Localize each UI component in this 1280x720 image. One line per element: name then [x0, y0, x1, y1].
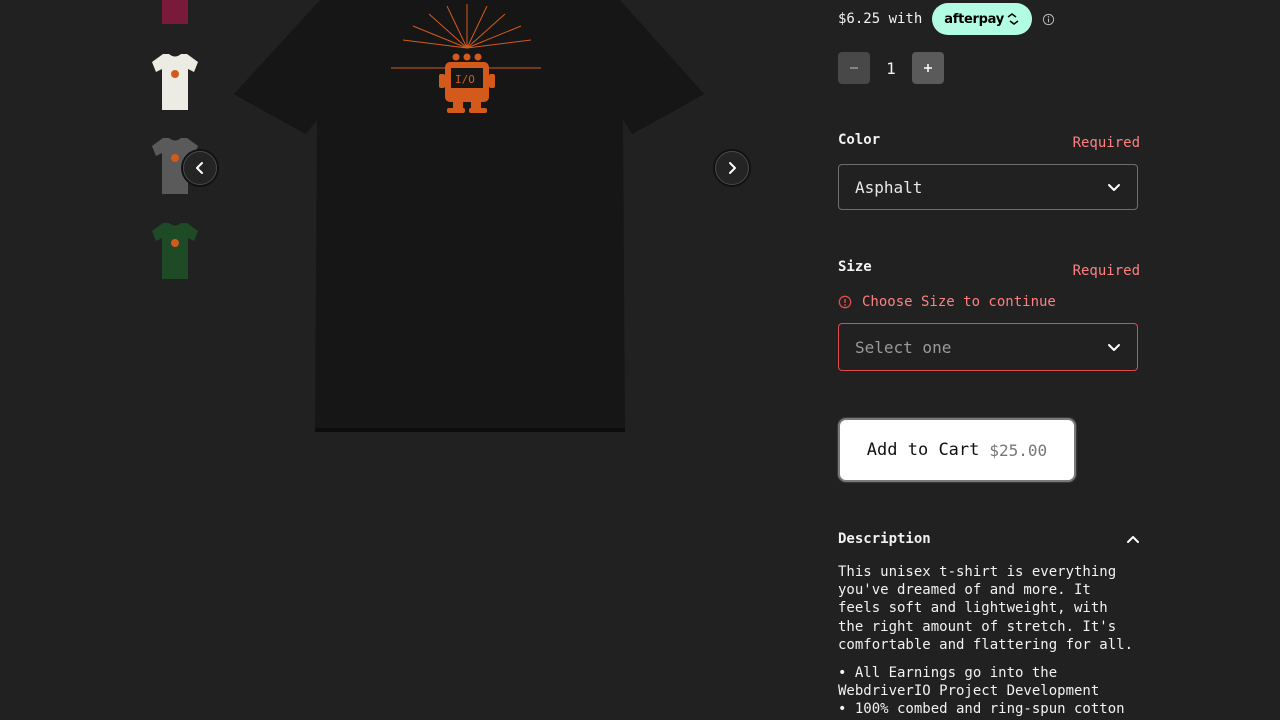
description-bullet: • 100% combed and ring-spun cotton	[838, 701, 1125, 718]
size-select-placeholder: Select one	[855, 337, 952, 357]
size-label: Size	[838, 259, 872, 275]
minus-icon	[850, 67, 858, 69]
info-icon[interactable]	[1042, 13, 1055, 26]
quantity-value: 1	[886, 58, 896, 78]
description-bullet: • All Earnings go into the WebdriverIO P…	[838, 665, 1100, 700]
alert-circle-icon	[838, 295, 852, 309]
size-required-text: Required	[1072, 263, 1140, 279]
add-to-cart-label: Add to Cart	[866, 440, 980, 460]
size-error-text: Choose Size to continue	[862, 294, 1056, 310]
afterpay-arrows-icon	[1007, 13, 1019, 25]
color-select-value: Asphalt	[855, 177, 923, 197]
decrease-quantity-button[interactable]	[838, 52, 870, 84]
color-select[interactable]: Asphalt	[838, 164, 1138, 210]
plus-icon	[924, 64, 932, 72]
afterpay-line: $6.25 with afterpay	[838, 3, 1055, 35]
previous-image-button[interactable]	[183, 151, 217, 185]
tshirt-icon	[152, 223, 198, 279]
description-body: This unisex t-shirt is everything you've…	[838, 563, 1140, 719]
color-required-text: Required	[1072, 135, 1140, 151]
description-title: Description	[838, 531, 931, 547]
chevron-right-icon	[729, 162, 736, 174]
installment-text: $6.25 with	[838, 11, 923, 27]
product-image: I/O	[225, 0, 715, 440]
tshirt-icon	[152, 54, 198, 110]
afterpay-badge[interactable]: afterpay	[932, 3, 1032, 35]
add-to-cart-price: $25.00	[989, 440, 1048, 460]
add-to-cart-button[interactable]: Add to Cart $25.00	[838, 418, 1076, 482]
description-text: This unisex t-shirt is everything you've…	[838, 564, 1134, 653]
thumbnail-white[interactable]	[146, 48, 204, 114]
chevron-up-icon	[1127, 536, 1139, 543]
next-image-button[interactable]	[715, 151, 749, 185]
quantity-stepper: 1	[838, 52, 944, 84]
chevron-left-icon	[196, 162, 203, 174]
tshirt-icon	[162, 0, 188, 24]
svg-text:I/O: I/O	[455, 73, 475, 86]
increase-quantity-button[interactable]	[912, 52, 944, 84]
color-label: Color	[838, 132, 881, 148]
afterpay-label: afterpay	[944, 11, 1004, 27]
size-error: Choose Size to continue	[838, 294, 1056, 310]
chevron-down-icon	[1108, 344, 1120, 351]
chevron-down-icon	[1108, 184, 1120, 191]
description-toggle[interactable]: Description	[838, 529, 1140, 549]
thumbnail-green[interactable]	[146, 217, 204, 283]
thumbnail-maroon[interactable]	[146, 0, 204, 28]
size-select[interactable]: Select one	[838, 323, 1138, 371]
